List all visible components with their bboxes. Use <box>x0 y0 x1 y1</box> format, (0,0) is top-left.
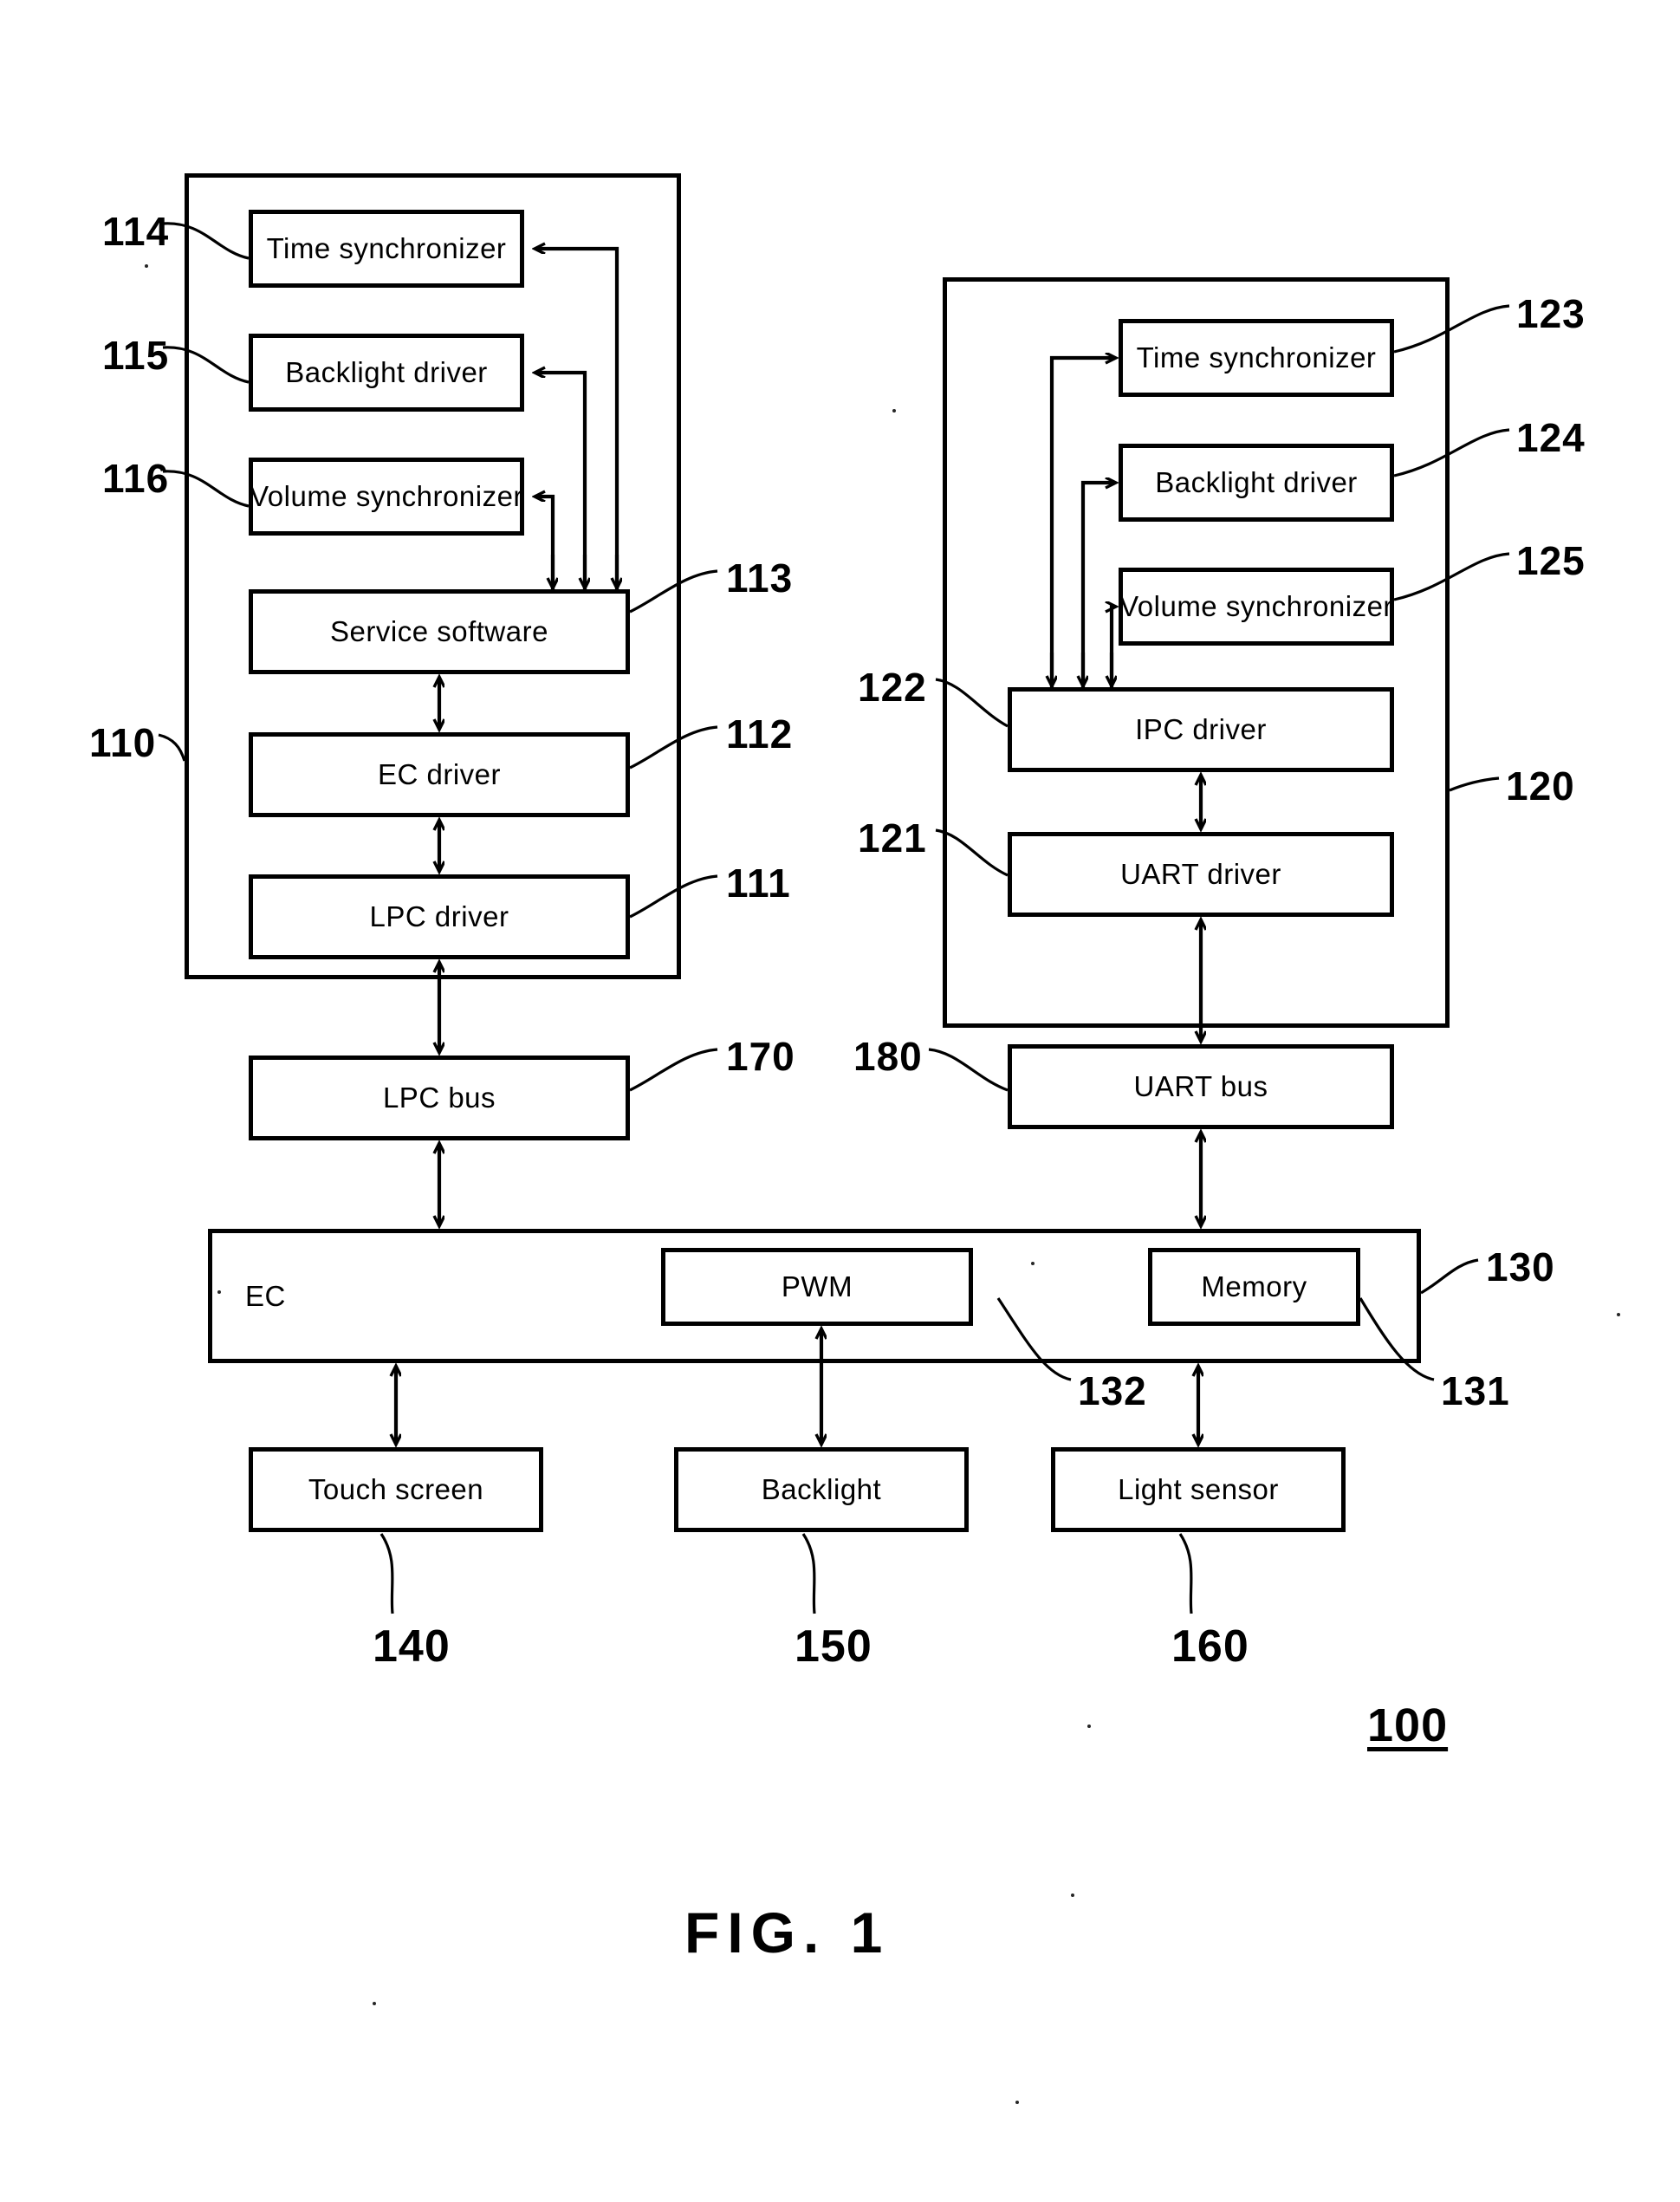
box-label: Backlight <box>761 1473 882 1505</box>
box-ec-driver-112[interactable]: EC driver <box>249 732 630 817</box>
ref-125: 125 <box>1516 538 1586 583</box>
figure-caption: FIG. 1 <box>684 1900 891 1965</box>
ref-112: 112 <box>726 711 794 757</box>
group-110-container <box>185 173 681 979</box>
ref-113: 113 <box>726 555 794 601</box>
scan-speck <box>1087 1725 1091 1728</box>
box-label: Memory <box>1201 1270 1307 1302</box>
box-backlight-driver-124[interactable]: Backlight driver <box>1119 444 1394 522</box>
box-label: PWM <box>781 1270 853 1302</box>
ref-122: 122 <box>858 665 927 710</box>
scan-speck <box>145 264 148 268</box>
box-service-software-113[interactable]: Service software <box>249 589 630 674</box>
box-memory-131[interactable]: Memory <box>1148 1248 1360 1326</box>
box-label: Time synchronizer <box>266 232 507 264</box>
ref-system-100: 100 <box>1367 1699 1449 1751</box>
box-label: UART bus <box>1133 1070 1268 1102</box>
box-label: Volume synchronizer <box>1119 590 1393 622</box>
box-uart-bus-180[interactable]: UART bus <box>1008 1044 1394 1129</box>
box-volume-synchronizer-116[interactable]: Volume synchronizer <box>249 458 524 536</box>
ref-114: 114 <box>102 209 170 254</box>
box-label: Light sensor <box>1118 1473 1279 1505</box>
scan-speck <box>373 2002 376 2005</box>
ref-131: 131 <box>1441 1368 1510 1413</box>
box-volume-synchronizer-125[interactable]: Volume synchronizer <box>1119 568 1394 646</box>
scan-speck <box>892 409 896 412</box>
ref-124: 124 <box>1516 415 1586 460</box>
box-pwm-132[interactable]: PWM <box>661 1248 973 1326</box>
box-backlight-driver-115[interactable]: Backlight driver <box>249 334 524 412</box>
ref-170: 170 <box>726 1034 795 1079</box>
ref-150: 150 <box>795 1621 872 1672</box>
ref-110: 110 <box>89 720 157 765</box>
box-label: Service software <box>330 615 548 647</box>
box-light-sensor-160[interactable]: Light sensor <box>1051 1447 1346 1532</box>
box-label: IPC driver <box>1135 713 1267 745</box>
ref-160: 160 <box>1171 1621 1249 1672</box>
box-label: Touch screen <box>308 1473 484 1505</box>
box-label: Time synchronizer <box>1136 341 1377 373</box>
ref-132: 132 <box>1078 1368 1147 1413</box>
box-label: UART driver <box>1120 858 1281 890</box>
box-uart-driver-121[interactable]: UART driver <box>1008 832 1394 917</box>
box-time-synchronizer-114[interactable]: Time synchronizer <box>249 210 524 288</box>
box-label: Backlight driver <box>1155 466 1358 498</box>
box-time-synchronizer-123[interactable]: Time synchronizer <box>1119 319 1394 397</box>
scan-speck <box>1015 2101 1019 2104</box>
box-label: EC <box>245 1279 286 1312</box>
ref-180: 180 <box>853 1034 923 1079</box>
box-label: LPC driver <box>369 900 509 932</box>
ref-111: 111 <box>726 861 791 906</box>
scan-speck <box>1031 1262 1035 1265</box>
ref-120: 120 <box>1506 763 1575 809</box>
box-label: LPC bus <box>382 1082 496 1114</box>
box-label: Backlight driver <box>285 356 488 388</box>
box-backlight-150[interactable]: Backlight <box>674 1447 969 1532</box>
scan-speck <box>1071 1893 1074 1897</box>
ref-116: 116 <box>102 456 170 501</box>
ref-140: 140 <box>373 1621 451 1672</box>
box-touch-screen-140[interactable]: Touch screen <box>249 1447 543 1532</box>
ref-123: 123 <box>1516 291 1586 336</box>
box-lpc-driver-111[interactable]: LPC driver <box>249 874 630 959</box>
box-label: EC driver <box>377 758 502 790</box>
scan-speck <box>1617 1313 1620 1316</box>
ref-115: 115 <box>102 333 170 378</box>
scan-speck <box>217 1290 221 1294</box>
ref-121: 121 <box>858 815 927 861</box>
box-lpc-bus-170[interactable]: LPC bus <box>249 1056 630 1140</box>
figure-sheet: Time synchronizer Backlight driver Volum… <box>0 0 1680 2202</box>
box-ipc-driver-122[interactable]: IPC driver <box>1008 687 1394 772</box>
ref-130: 130 <box>1486 1244 1555 1289</box>
box-label: Volume synchronizer <box>250 480 523 512</box>
